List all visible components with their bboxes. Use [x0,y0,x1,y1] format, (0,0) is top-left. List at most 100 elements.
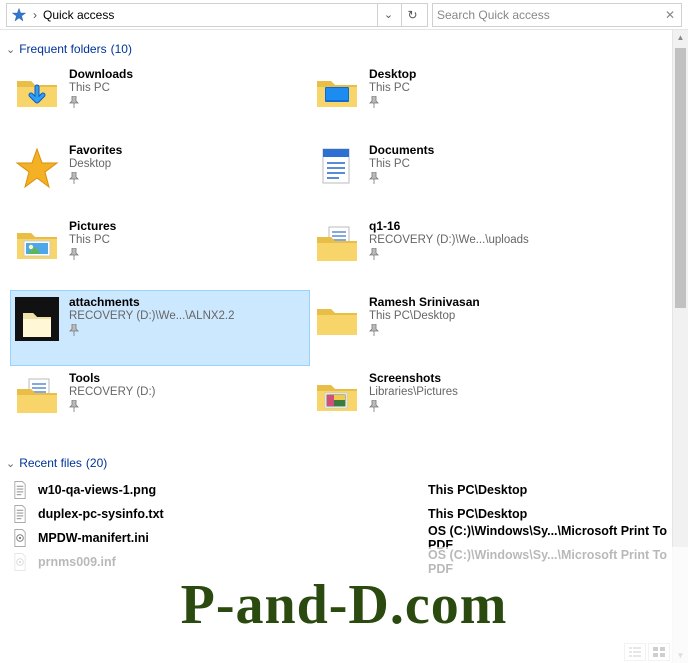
file-name: prnms009.inf [38,555,116,569]
folder-item-q1-16[interactable]: q1-16 RECOVERY (D:)\We...\uploads [310,214,660,290]
folder-name: Tools [69,371,155,385]
file-name: duplex-pc-sysinfo.txt [38,507,164,521]
folder-text-group: Screenshots Libraries\Pictures [369,371,458,415]
file-icon [10,528,30,548]
chevron-down-icon: ⌄ [384,8,393,21]
breadcrumb-text[interactable]: Quick access [43,8,114,22]
folder-path: Libraries\Pictures [369,386,458,398]
search-placeholder: Search Quick access [437,8,659,22]
folder-item-pictures[interactable]: Pictures This PC [10,214,310,290]
pin-icon [369,171,434,187]
folder-path: RECOVERY (D:)\We...\ALNX2.2 [69,310,235,322]
folder-text-group: Tools RECOVERY (D:) [69,371,155,415]
folder-item-documents[interactable]: Documents This PC [310,138,660,214]
folder-name: Desktop [369,67,416,81]
folder-item-attachments[interactable]: attachments RECOVERY (D:)\We...\ALNX2.2 [10,290,310,366]
group-title: Frequent folders [19,42,106,56]
breadcrumb-separator-icon: › [31,8,39,22]
view-thumbnails-button[interactable] [648,643,670,661]
folder-path: This PC [369,82,416,94]
folder-name: Downloads [69,67,133,81]
screenshots-icon [313,371,361,419]
file-icon [10,504,30,524]
file-location: This PC\Desktop [428,483,527,497]
recent-file-row[interactable]: w10-qa-views-1.png This PC\Desktop [10,478,666,502]
recent-file-row[interactable]: MPDW-manifert.ini OS (C:)\Windows\Sy...\… [10,526,666,550]
folder-text-group: q1-16 RECOVERY (D:)\We...\uploads [369,219,529,263]
search-input[interactable]: Search Quick access ✕ [432,3,682,27]
pictures-icon [13,219,61,267]
favorites-icon [13,143,61,191]
folder-path: Desktop [69,158,122,170]
file-icon [10,480,30,500]
pin-icon [69,323,235,339]
folder-text-group: Downloads This PC [69,67,133,111]
content-pane: ⌄ Frequent folders (10) Downloads This P… [0,30,672,663]
pin-icon [69,171,122,187]
group-title: Recent files [19,456,82,470]
folder-name: Favorites [69,143,122,157]
recent-file-row[interactable]: duplex-pc-sysinfo.txt This PC\Desktop [10,502,666,526]
folder-name: Documents [369,143,434,157]
folder-docs-icon [313,219,361,267]
folder-path: This PC\Desktop [369,310,480,322]
refresh-icon: ↻ [407,8,417,22]
folder-item-downloads[interactable]: Downloads This PC [10,62,310,138]
folder-icon [313,295,361,343]
view-details-button[interactable] [624,643,646,661]
desktop-icon [313,67,361,115]
file-location: This PC\Desktop [428,507,527,521]
folder-text-group: Ramesh Srinivasan This PC\Desktop [369,295,480,339]
folder-text-group: Pictures This PC [69,219,116,263]
downloads-icon [13,67,61,115]
breadcrumb-dropdown-button[interactable]: ⌄ [377,4,399,26]
view-mode-toggles [624,643,670,661]
group-header-frequent[interactable]: ⌄ Frequent folders (10) [6,34,666,62]
file-icon [10,552,30,572]
chevron-down-icon: ⌄ [6,43,15,56]
group-header-recent[interactable]: ⌄ Recent files (20) [6,442,666,476]
folder-docs-icon [13,371,61,419]
folder-item-tools[interactable]: Tools RECOVERY (D:) [10,366,310,442]
folder-text-group: Documents This PC [369,143,434,187]
folder-path: This PC [369,158,434,170]
pin-icon [69,247,116,263]
folder-item-favorites[interactable]: Favorites Desktop [10,138,310,214]
pin-icon [369,247,529,263]
folder-path: This PC [69,82,133,94]
address-bar[interactable]: › Quick access ⌄ ↻ [6,3,428,27]
folder-text-group: attachments RECOVERY (D:)\We...\ALNX2.2 [69,295,235,339]
pin-icon [369,399,458,415]
pin-icon [69,95,133,111]
pin-icon [69,399,155,415]
quick-access-star-icon [11,7,27,23]
vertical-scrollbar[interactable] [672,30,688,663]
folder-item-desktop[interactable]: Desktop This PC [310,62,660,138]
folder-path: RECOVERY (D:) [69,386,155,398]
attachments-icon [13,295,61,343]
pin-icon [369,323,480,339]
pin-icon [369,95,416,111]
folder-path: This PC [69,234,116,246]
folder-name: q1-16 [369,219,529,233]
group-count: (20) [86,456,107,470]
folder-item-screenshots[interactable]: Screenshots Libraries\Pictures [310,366,660,442]
group-count: (10) [111,42,132,56]
folder-path: RECOVERY (D:)\We...\uploads [369,234,529,246]
folder-item-ramesh-srinivasan[interactable]: Ramesh Srinivasan This PC\Desktop [310,290,660,366]
folder-text-group: Desktop This PC [369,67,416,111]
documents-icon [313,143,361,191]
file-name: w10-qa-views-1.png [38,483,156,497]
folder-text-group: Favorites Desktop [69,143,122,187]
refresh-button[interactable]: ↻ [401,4,423,26]
folder-name: attachments [69,295,235,309]
file-location: OS (C:)\Windows\Sy...\Microsoft Print To… [428,548,667,576]
file-name: MPDW-manifert.ini [38,531,149,545]
folder-name: Pictures [69,219,116,233]
search-clear-icon[interactable]: ✕ [663,8,677,22]
folder-name: Ramesh Srinivasan [369,295,480,309]
folder-name: Screenshots [369,371,458,385]
scrollbar-thumb[interactable] [675,48,686,308]
recent-file-row[interactable]: prnms009.inf OS (C:)\Windows\Sy...\Micro… [10,550,666,574]
chevron-down-icon: ⌄ [6,457,15,470]
